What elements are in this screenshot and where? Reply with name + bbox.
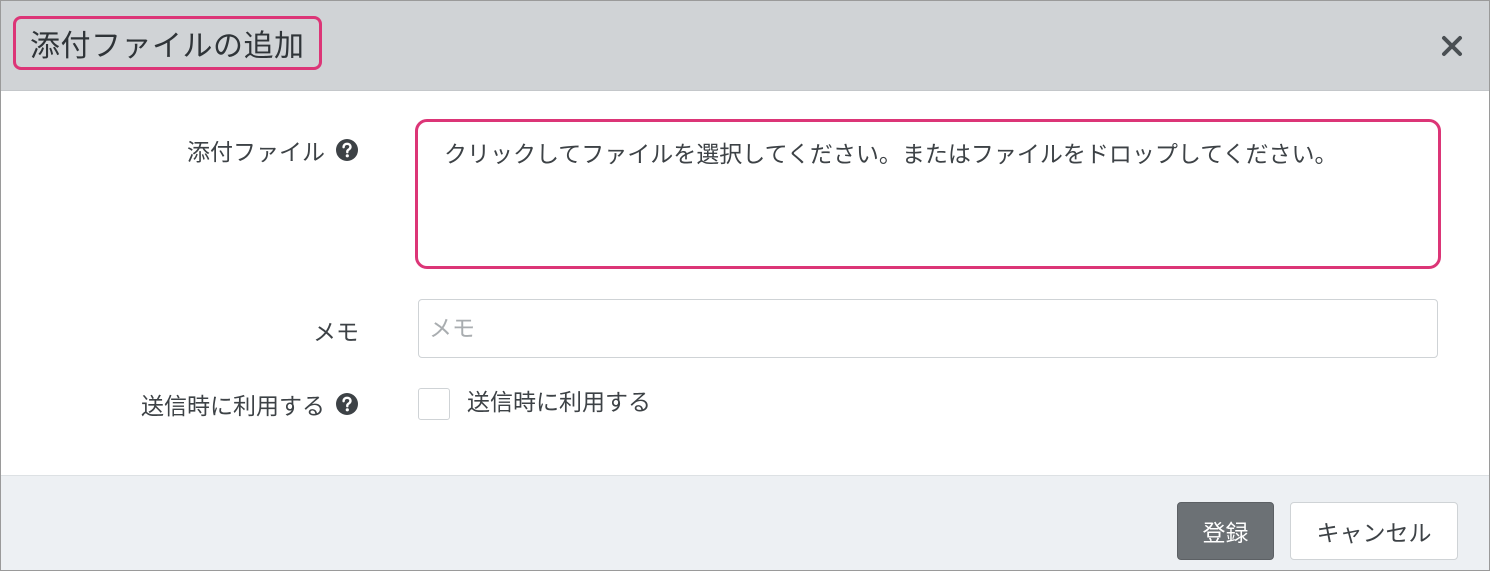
cancel-button[interactable]: キャンセル	[1290, 502, 1458, 560]
attachment-label-row: 添付ファイル	[187, 133, 359, 167]
dialog-body: 添付ファイル クリックしてファイルを選択してください。またはファイルをドロップし…	[1, 91, 1489, 475]
close-icon	[1442, 36, 1462, 56]
use-on-send-checkbox[interactable]	[418, 388, 450, 420]
dialog-header: 添付ファイルの追加	[1, 1, 1489, 91]
dialog-footer: 登録 キャンセル	[1, 475, 1489, 570]
register-button[interactable]: 登録	[1177, 502, 1274, 560]
close-button[interactable]	[1437, 29, 1467, 63]
memo-label: メモ	[313, 320, 359, 346]
memo-label-row: メモ	[313, 313, 359, 347]
question-circle-icon[interactable]	[335, 138, 359, 162]
use-on-send-label: 送信時に利用する	[141, 394, 325, 420]
question-circle-icon[interactable]	[335, 392, 359, 416]
memo-input[interactable]	[418, 299, 1438, 358]
file-drop-zone[interactable]: クリックしてファイルを選択してください。またはファイルをドロップしてください。	[415, 119, 1441, 269]
drop-zone-text: クリックしてファイルを選択してください。またはファイルをドロップしてください。	[444, 142, 1338, 168]
attachment-label: 添付ファイル	[187, 140, 325, 166]
use-on-send-checkbox-label[interactable]: 送信時に利用する	[467, 386, 651, 420]
title-highlight: 添付ファイルの追加	[13, 16, 322, 70]
dialog-title: 添付ファイルの追加	[30, 29, 305, 64]
use-on-send-label-row: 送信時に利用する	[141, 387, 359, 421]
add-attachment-dialog: 添付ファイルの追加 添付ファイル クリックしてファイルを選択してください。または…	[0, 0, 1490, 571]
